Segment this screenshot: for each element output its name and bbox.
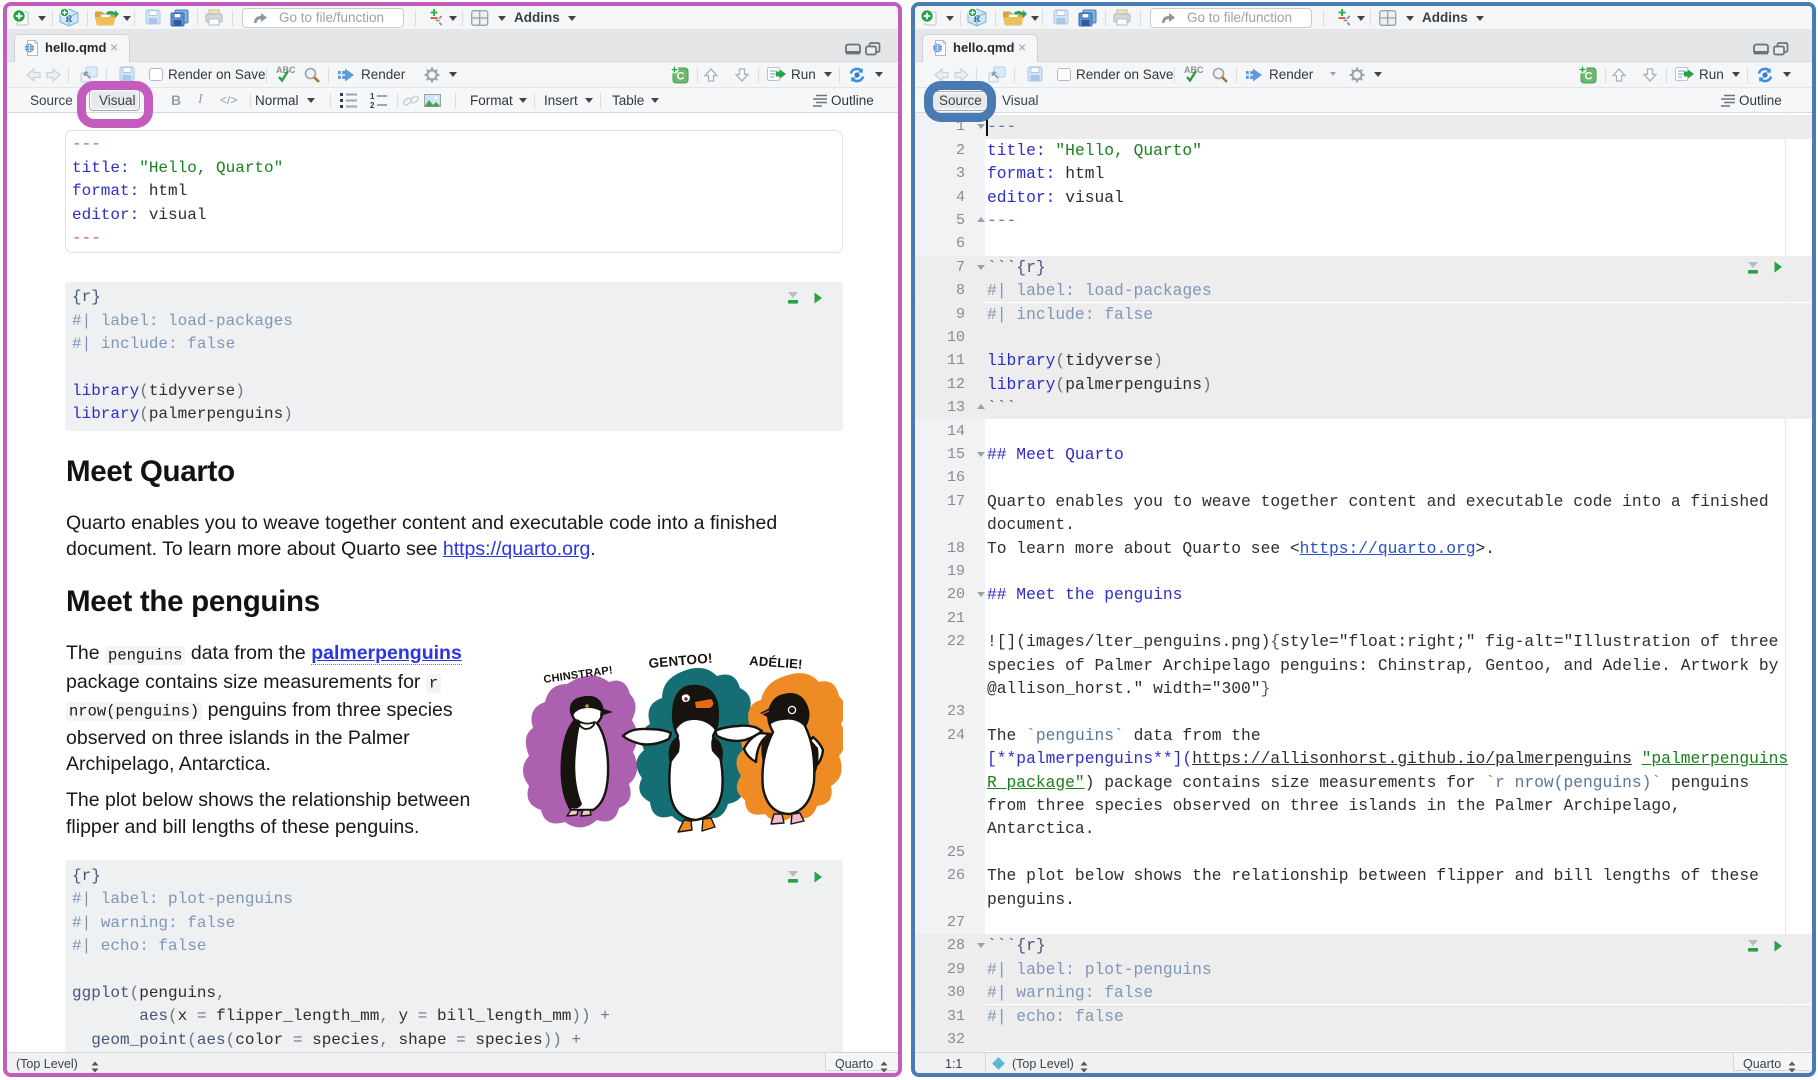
svg-text:C: C bbox=[677, 71, 685, 83]
svg-text:2: 2 bbox=[370, 101, 375, 109]
svg-text:ADÉLIE!: ADÉLIE! bbox=[749, 653, 803, 672]
svg-text:GENTOO!: GENTOO! bbox=[648, 650, 713, 671]
svg-text:1: 1 bbox=[370, 92, 375, 101]
svg-text:C: C bbox=[1585, 71, 1593, 83]
